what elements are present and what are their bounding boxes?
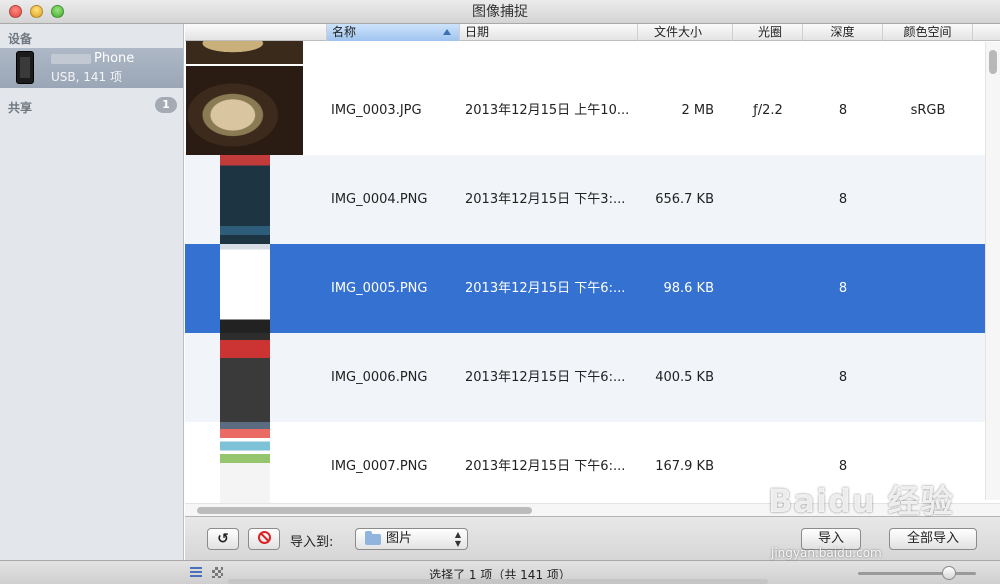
redacted-device-name — [51, 53, 91, 64]
import-to-label: 导入到: — [290, 535, 334, 550]
cell-size: 98.6 KB — [663, 281, 714, 296]
cell-depth: 8 — [838, 370, 848, 385]
cell-size: 400.5 KB — [655, 370, 714, 385]
status-scrollbar[interactable] — [228, 579, 768, 584]
minimize-window-button[interactable] — [30, 5, 43, 18]
delete-button[interactable] — [248, 528, 280, 550]
cell-date: 2013年12月15日 下午6:... — [465, 370, 626, 385]
watermark-url: jingyan.baidu.com — [771, 546, 882, 560]
vertical-scrollbar[interactable] — [985, 42, 1000, 500]
status-bar: 选择了 1 项（共 141 项） — [0, 560, 1000, 584]
cell-depth: 8 — [838, 103, 848, 118]
cell-name: IMG_0005.PNG — [331, 281, 428, 296]
cell-size: 167.9 KB — [655, 459, 714, 474]
cell-aperture: ƒ/2.2 — [753, 103, 783, 118]
folder-icon — [365, 531, 381, 545]
devices-section-label: 设备 — [8, 32, 33, 46]
close-window-button[interactable] — [9, 5, 22, 18]
window-title: 图像捕捉 — [472, 4, 528, 20]
photo-thumbnail — [186, 66, 303, 155]
select-arrows-icon: ▲ ▼ — [454, 530, 461, 548]
column-thumbnail[interactable] — [185, 24, 327, 41]
cell-name: IMG_0007.PNG — [331, 459, 428, 474]
shared-count-badge: 1 — [155, 97, 177, 113]
phone-icon — [16, 51, 34, 84]
shared-section-label: 共享 — [8, 101, 33, 115]
baidu-watermark: Baidu 经验 — [768, 482, 954, 520]
cell-date: 2013年12月15日 下午6:... — [465, 459, 626, 474]
screenshot-thumbnail — [220, 244, 270, 333]
slider-knob[interactable] — [942, 566, 956, 580]
cell-date: 2013年12月15日 上午10... — [465, 103, 630, 118]
screenshot-thumbnail — [220, 333, 270, 422]
image-capture-window: 图像捕捉 设备 Phone USB, 141 项 共享 1 名称 日期 文件大小… — [0, 0, 1000, 584]
thumbnail-size-slider[interactable] — [858, 572, 976, 575]
column-color-space[interactable]: 颜色空间 — [883, 24, 973, 41]
column-aperture[interactable]: 光圈 — [733, 24, 803, 41]
zoom-window-button[interactable] — [51, 5, 64, 18]
import-all-button[interactable]: 全部导入 — [889, 528, 977, 550]
import-destination-value: 图片 — [386, 531, 413, 546]
table-header: 名称 日期 文件大小 光圈 深度 颜色空间 — [185, 24, 1000, 41]
column-depth[interactable]: 深度 — [803, 24, 883, 41]
device-name: Phone — [94, 51, 135, 66]
cell-depth: 8 — [838, 281, 848, 296]
title-bar: 图像捕捉 — [0, 0, 1000, 24]
cell-depth: 8 — [838, 192, 848, 207]
table-row[interactable]: IMG_0004.PNG 2013年12月15日 下午3:... 656.7 K… — [185, 155, 985, 244]
table-row[interactable]: IMG_0003.JPG 2013年12月15日 上午10... 2 MB ƒ/… — [185, 66, 985, 155]
screenshot-thumbnail — [220, 422, 270, 504]
import-destination-select[interactable]: 图片 ▲ ▼ — [355, 528, 468, 550]
rotate-button[interactable]: ↺ — [207, 528, 239, 550]
vertical-scroll-thumb[interactable] — [989, 50, 997, 74]
cell-name: IMG_0006.PNG — [331, 370, 428, 385]
column-name[interactable]: 名称 — [327, 24, 460, 41]
cell-date: 2013年12月15日 下午6:... — [465, 281, 626, 296]
screenshot-thumbnail — [220, 155, 270, 244]
table-row[interactable]: IMG_0006.PNG 2013年12月15日 下午6:... 400.5 K… — [185, 333, 985, 422]
column-file-size[interactable]: 文件大小 — [638, 24, 733, 41]
sidebar-item-device[interactable]: Phone USB, 141 项 — [0, 48, 183, 88]
cell-name: IMG_0003.JPG — [331, 103, 422, 118]
table-row-selected[interactable]: IMG_0005.PNG 2013年12月15日 下午6:... 98.6 KB… — [185, 244, 985, 333]
delete-icon — [257, 531, 271, 544]
partial-thumbnail — [186, 41, 303, 64]
image-list: 名称 日期 文件大小 光圈 深度 颜色空间 IMG_0003.JPG 2013年… — [185, 24, 1000, 504]
cell-name: IMG_0004.PNG — [331, 192, 428, 207]
sort-ascending-icon — [443, 29, 451, 35]
sidebar: 设备 Phone USB, 141 项 共享 1 — [0, 24, 184, 584]
device-subtitle: USB, 141 项 — [51, 70, 122, 84]
column-date[interactable]: 日期 — [460, 24, 638, 41]
horizontal-scroll-thumb[interactable] — [197, 507, 532, 514]
cell-size: 656.7 KB — [655, 192, 714, 207]
cell-size: 2 MB — [681, 103, 714, 118]
cell-date: 2013年12月15日 下午3:... — [465, 192, 626, 207]
cell-color-space: sRGB — [910, 103, 946, 118]
